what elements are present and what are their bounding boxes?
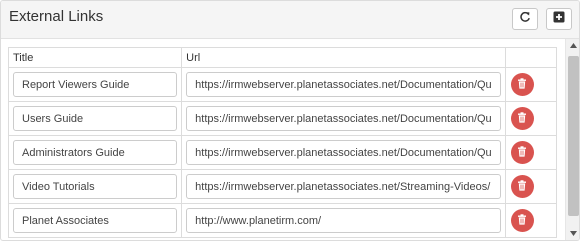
trash-icon — [517, 77, 527, 92]
column-header-title: Title — [7, 47, 183, 68]
delete-button[interactable] — [510, 107, 534, 130]
table-row: Video Tutorials https://irmwebserver.pla… — [7, 169, 558, 204]
trash-icon — [517, 213, 527, 228]
table-header-row: Title Url — [7, 47, 558, 68]
title-input[interactable]: Administrators Guide — [13, 140, 178, 165]
delete-button[interactable] — [510, 175, 534, 198]
scroll-up-arrow-icon[interactable] — [566, 39, 579, 52]
title-input[interactable]: Video Tutorials — [13, 174, 178, 199]
trash-icon — [517, 111, 527, 126]
external-links-panel: External Links Title Url Report Viewers … — [0, 0, 580, 241]
title-input[interactable]: Report Viewers Guide — [13, 72, 178, 97]
vertical-scrollbar[interactable] — [565, 39, 579, 240]
table-row: Report Viewers Guide https://irmwebserve… — [7, 67, 558, 102]
refresh-button[interactable] — [512, 8, 538, 30]
links-scroll-area: Title Url Report Viewers Guide https://i… — [1, 39, 565, 240]
title-input[interactable]: Users Guide — [13, 106, 178, 131]
url-input[interactable]: https://irmwebserver.planetassociates.ne… — [186, 140, 501, 165]
scroll-down-arrow-icon[interactable] — [566, 227, 579, 240]
plus-square-icon — [553, 10, 565, 28]
refresh-icon — [519, 10, 531, 28]
trash-icon — [517, 145, 527, 160]
panel-header: External Links — [1, 1, 579, 39]
delete-button[interactable] — [510, 209, 534, 232]
title-input[interactable]: Planet Associates — [13, 208, 178, 233]
add-link-button[interactable] — [546, 8, 572, 30]
panel-title: External Links — [9, 8, 104, 25]
url-input[interactable]: https://irmwebserver.planetassociates.ne… — [186, 174, 501, 199]
scrollbar-thumb[interactable] — [568, 56, 579, 216]
trash-icon — [517, 179, 527, 194]
column-header-url: Url — [181, 47, 506, 68]
table-row: Planet Associates http://www.planetirm.c… — [7, 203, 558, 238]
table-row: Administrators Guide https://irmwebserve… — [7, 135, 558, 170]
url-input[interactable]: https://irmwebserver.planetassociates.ne… — [186, 72, 501, 97]
column-header-actions — [504, 47, 558, 68]
delete-button[interactable] — [510, 73, 534, 96]
table-row: Users Guide https://irmwebserver.planeta… — [7, 101, 558, 136]
url-input[interactable]: http://www.planetirm.com/ — [186, 208, 501, 233]
links-table: Title Url Report Viewers Guide https://i… — [7, 47, 558, 238]
url-input[interactable]: https://irmwebserver.planetassociates.ne… — [186, 106, 501, 131]
delete-button[interactable] — [510, 141, 534, 164]
